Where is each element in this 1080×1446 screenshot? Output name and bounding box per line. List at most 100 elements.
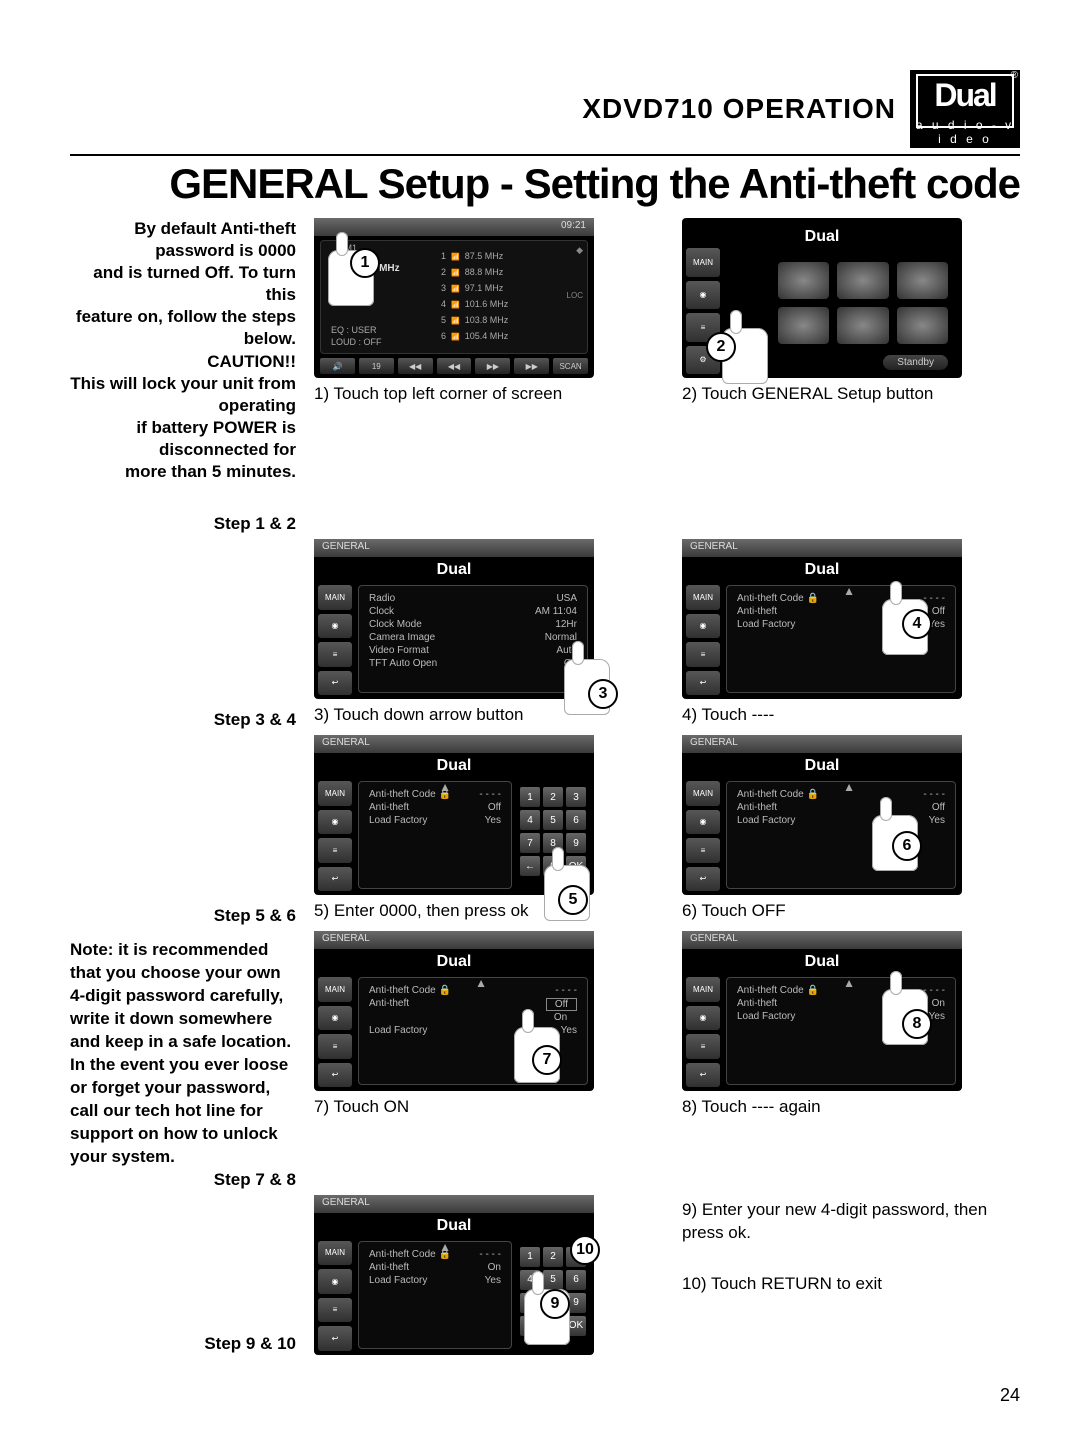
app-disc-icon: [837, 262, 888, 299]
brand-label: Dual: [682, 757, 962, 775]
page-number: 24: [70, 1385, 1020, 1406]
step-number-9: 9: [540, 1289, 570, 1319]
option-on: On: [546, 1012, 577, 1023]
step-number-10: 10: [570, 1235, 600, 1265]
disc-icon: ◉: [318, 1269, 352, 1294]
key-7: 7: [520, 833, 540, 853]
key-3: 3: [566, 787, 586, 807]
general-label: GENERAL: [682, 735, 962, 753]
prev-button: ◀◀: [398, 358, 433, 374]
key-5: 5: [543, 810, 563, 830]
key-2: 2: [543, 1247, 563, 1267]
caption-10: 10) Touch RETURN to exit: [682, 1273, 1020, 1296]
up-arrow-icon: ▲: [475, 976, 487, 990]
clock-text: 09:21: [314, 218, 594, 236]
screenshot-step-3: GENERAL Dual MAIN ◉ ≡ ↩ RadioUSA ClockAM…: [314, 539, 594, 699]
step-number-1: 1: [350, 248, 380, 278]
main-button: MAIN: [686, 248, 720, 277]
lock-icon: 🔒: [807, 593, 819, 604]
operation-label: OPERATION: [723, 93, 896, 124]
main-button: MAIN: [318, 781, 352, 806]
settings-panel: ▲ Anti-theft Code 🔒- - - - Anti-theftOff…: [726, 781, 956, 889]
brand-label: Dual: [682, 953, 962, 971]
brand-label: Dual: [314, 561, 594, 579]
eq-icon: ≡: [318, 1034, 352, 1059]
screenshot-step-2: Dual MAIN ◉ ≡ ⚙ Stan: [682, 218, 962, 378]
step-7-8-label: Step 7 & 8: [70, 1169, 296, 1191]
disc-icon: ◉: [686, 810, 720, 835]
up-arrow-icon: ▲: [843, 780, 855, 794]
brand-label: Dual: [314, 1217, 594, 1235]
brand-label: Dual: [314, 757, 594, 775]
main-button: MAIN: [318, 1241, 352, 1266]
disc-icon: ◉: [318, 810, 352, 835]
main-button: MAIN: [318, 585, 352, 610]
general-label: GENERAL: [682, 931, 962, 949]
brand-logo: ® Dual a u d i o - v i d e o: [910, 70, 1020, 148]
eq-icon: ≡: [318, 838, 352, 863]
screenshot-step-1: 09:21 FM1 97.1 MHz EQ : USER LOUD : OFF …: [314, 218, 594, 378]
app-xm-icon: [897, 307, 948, 344]
general-label: GENERAL: [314, 931, 594, 949]
return-icon: ↩: [686, 1063, 720, 1088]
eq-icon: ≡: [318, 642, 352, 667]
main-button: MAIN: [686, 977, 720, 1002]
product-header: XDVD710 OPERATION: [582, 93, 896, 125]
return-icon: ↩: [686, 867, 720, 892]
note-text: Note: it is recommended that you choose …: [70, 939, 296, 1168]
product-name: XDVD710: [582, 93, 714, 124]
preset-list: 1 📶 87.5 MHz 2 📶 88.8 MHz 3 📶 97.1 MHz 4…: [441, 249, 567, 345]
disc-icon: ◉: [686, 281, 720, 310]
key-1: 1: [520, 1247, 540, 1267]
app-av-icon: [837, 307, 888, 344]
volume-icon: 🔊: [320, 358, 355, 374]
volume-value: 19: [359, 358, 394, 374]
lock-icon: 🔒: [807, 789, 819, 800]
intro-text: By default Anti-theft password is 0000 a…: [70, 218, 296, 483]
key-4: 4: [520, 810, 540, 830]
general-label: GENERAL: [314, 1195, 594, 1213]
disc-icon: ◉: [318, 1006, 352, 1031]
screenshot-step-7: GENERAL Dual MAIN ◉ ≡ ↩ ▲ Anti-theft Cod…: [314, 931, 594, 1091]
eq-icon: ≡: [686, 838, 720, 863]
settings-panel: RadioUSA ClockAM 11:04 Clock Mode12Hr Ca…: [358, 585, 588, 693]
main-button: MAIN: [686, 585, 720, 610]
main-button: MAIN: [318, 977, 352, 1002]
up-arrow-icon: ▲: [439, 780, 451, 794]
screenshot-step-4: GENERAL Dual MAIN ◉ ≡ ↩ ▲ Anti-theft Cod…: [682, 539, 962, 699]
screenshot-step-9-10: GENERAL Dual MAIN ◉ ≡ ↩ ▲ Anti-theft Cod…: [314, 1195, 594, 1355]
caption-6: 6) Touch OFF: [682, 901, 1020, 923]
main-button: MAIN: [686, 781, 720, 806]
standby-button: Standby: [883, 355, 948, 370]
step-3-4-label: Step 3 & 4: [70, 709, 296, 731]
eq-icon: ≡: [686, 1034, 720, 1059]
return-icon: ↩: [318, 1063, 352, 1088]
caption-9: 9) Enter your new 4-digit password, then…: [682, 1199, 1020, 1245]
app-radio-icon: [778, 262, 829, 299]
caption-2: 2) Touch GENERAL Setup button: [682, 384, 1020, 406]
app-grid: [778, 262, 948, 344]
brand-label: Dual: [682, 228, 962, 246]
step-5-6-label: Step 5 & 6: [70, 905, 296, 927]
step-1-2-label: Step 1 & 2: [70, 513, 296, 535]
eq-icon: ≡: [318, 1298, 352, 1323]
up-arrow-icon: ▲: [439, 1240, 451, 1254]
scan-button: SCAN: [553, 358, 588, 374]
step-9-10-label: Step 9 & 10: [70, 1333, 296, 1355]
settings-panel: ▲ Anti-theft Code 🔒- - - - Anti-theftOn …: [358, 1241, 512, 1349]
app-bt-icon: [778, 307, 829, 344]
caption-7: 7) Touch ON: [314, 1097, 652, 1119]
lock-icon: 🔒: [807, 985, 819, 996]
option-off: Off: [546, 998, 577, 1011]
next-button: ▶▶: [514, 358, 549, 374]
logo-subtitle: a u d i o - v i d e o: [910, 118, 1020, 146]
up-arrow-icon: ▲: [843, 584, 855, 598]
divider: [70, 154, 1020, 156]
caption-5: 5) Enter 0000, then press ok: [314, 901, 652, 923]
key-back: ←: [520, 856, 540, 876]
rew-button: ◀◀: [437, 358, 472, 374]
return-icon: ↩: [686, 671, 720, 696]
return-icon: ↩: [318, 867, 352, 892]
radio-bottom-bar: 🔊 19 ◀◀ ◀◀ ▶▶ ▶▶ SCAN: [320, 358, 588, 374]
general-label: GENERAL: [314, 539, 594, 557]
